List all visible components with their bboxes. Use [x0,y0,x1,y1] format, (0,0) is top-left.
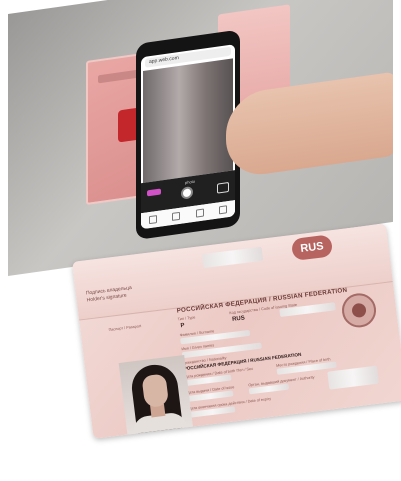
code-value: RUS [231,315,246,323]
holder-portrait [118,355,194,437]
camera-preview [143,58,233,184]
passport-data-page: RUS Подпись владельца Holder's signature… [72,223,401,439]
shutter-button[interactable] [181,185,193,200]
passport-no-label: Паспорт / Passport [108,324,142,333]
blurred-holder-signature [327,365,380,390]
country-code-badge: RUS [290,234,334,261]
type-label: Тип / Type [177,315,196,322]
gallery-button[interactable] [147,188,161,197]
phone-screen: app.web.com photo [141,44,235,230]
smartphone: app.web.com photo [136,29,240,241]
blurred-signature [202,246,264,268]
search-icon[interactable] [172,211,181,221]
home-icon[interactable] [148,215,157,225]
sex-label: Пол / Sex [236,366,254,373]
switch-camera-icon[interactable] [217,181,229,194]
menu-icon[interactable] [219,205,228,215]
seal-emblem-icon [351,302,367,319]
type-value: P [180,322,185,330]
camera-mode-label: photo [185,178,196,186]
passport-hologram-seal [340,291,378,330]
tabs-icon[interactable] [195,208,204,218]
